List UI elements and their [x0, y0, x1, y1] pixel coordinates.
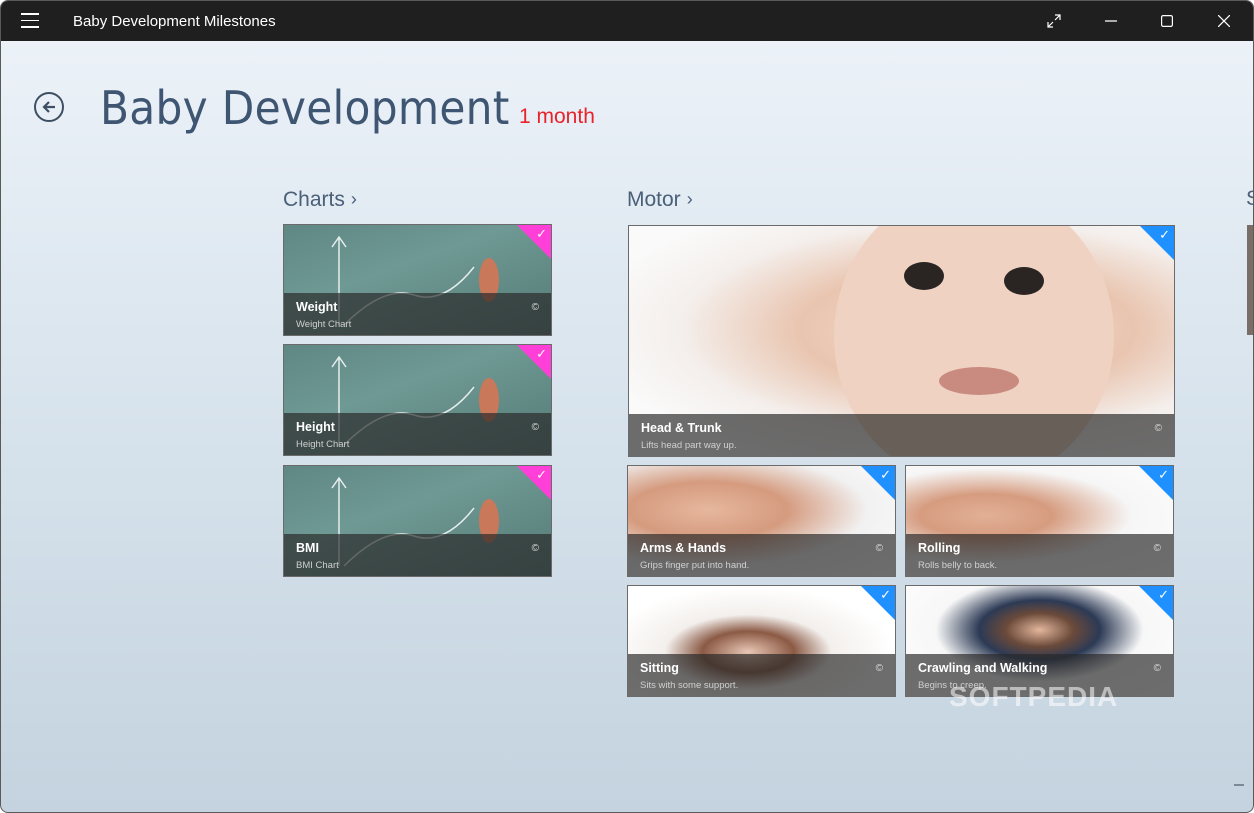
tile-subtitle: Rolls belly to back. [918, 560, 998, 571]
copyright-icon: © [531, 422, 539, 433]
motor-group-title: Motor [627, 188, 681, 211]
tile-crawling-and-walking[interactable]: ✓ Crawling and Walking Begins to creep. … [905, 585, 1174, 697]
tile-title: Arms & Hands [640, 541, 727, 555]
motor-group-header[interactable]: Motor › [627, 188, 693, 212]
expand-icon [1047, 14, 1061, 28]
tile-title: Sitting [640, 661, 679, 675]
close-icon [1218, 15, 1230, 27]
page-title: Baby Development [100, 81, 510, 135]
copyright-icon: © [1153, 543, 1161, 554]
maximize-button[interactable] [1144, 1, 1190, 41]
back-arrow-icon [42, 101, 55, 113]
copyright-icon: © [531, 543, 539, 554]
charts-group-header[interactable]: Charts › [283, 188, 357, 212]
tile-sitting[interactable]: ✓ Sitting Sits with some support. © [627, 585, 896, 697]
tile-title: Head & Trunk [641, 421, 722, 435]
check-icon: ✓ [536, 346, 547, 361]
next-group-header-partial[interactable]: S [1246, 187, 1253, 211]
tile-bmi[interactable]: ✓ BMI BMI Chart © [283, 465, 552, 577]
check-icon: ✓ [880, 587, 891, 602]
tile-title: Rolling [918, 541, 961, 555]
check-icon: ✓ [1159, 227, 1170, 242]
tile-subtitle: Weight Chart [296, 319, 352, 330]
tile-subtitle: Sits with some support. [640, 680, 739, 691]
next-group-tile-partial[interactable] [1247, 225, 1253, 335]
scroll-indicator[interactable] [1234, 784, 1244, 786]
back-button[interactable] [34, 92, 64, 122]
tile-title: BMI [296, 541, 319, 555]
chevron-right-icon: › [686, 189, 693, 209]
copyright-icon: © [875, 543, 883, 554]
tile-height[interactable]: ✓ Height Height Chart © [283, 344, 552, 456]
tile-subtitle: Grips finger put into hand. [640, 560, 750, 571]
window-title: Baby Development Milestones [73, 13, 276, 30]
chevron-right-icon: › [350, 189, 357, 209]
tile-subtitle: Lifts head part way up. [641, 440, 737, 451]
minimize-icon [1105, 20, 1117, 22]
tile-title: Crawling and Walking [918, 661, 1048, 675]
copyright-icon: © [1154, 423, 1162, 434]
minimize-button[interactable] [1088, 1, 1134, 41]
check-icon: ✓ [536, 226, 547, 241]
tile-arms-and-hands[interactable]: ✓ Arms & Hands Grips finger put into han… [627, 465, 896, 577]
check-icon: ✓ [536, 467, 547, 482]
copyright-icon: © [531, 302, 539, 313]
title-bar: Baby Development Milestones [1, 1, 1253, 41]
tile-rolling[interactable]: ✓ Rolling Rolls belly to back. © [905, 465, 1174, 577]
tile-subtitle: Height Chart [296, 439, 350, 450]
check-icon: ✓ [1158, 467, 1169, 482]
check-icon: ✓ [1158, 587, 1169, 602]
age-label: 1 month [519, 105, 595, 128]
check-icon: ✓ [880, 467, 891, 482]
tile-head-and-trunk[interactable]: ✓ Head & Trunk Lifts head part way up. © [628, 225, 1175, 457]
copyright-icon: © [1153, 663, 1161, 674]
copyright-icon: © [875, 663, 883, 674]
tile-title: Weight [296, 300, 338, 314]
charts-group-title: Charts [283, 188, 345, 211]
watermark: SOFTPEDIA [949, 681, 1119, 712]
maximize-icon [1161, 15, 1173, 27]
tile-subtitle: BMI Chart [296, 560, 339, 571]
close-button[interactable] [1201, 1, 1247, 41]
fullscreen-button[interactable] [1031, 1, 1077, 41]
app-window: Baby Development Milestones Baby Develop… [0, 0, 1254, 813]
hamburger-menu-icon[interactable] [21, 13, 39, 29]
tile-weight[interactable]: ✓ Weight Weight Chart © [283, 224, 552, 336]
tile-title: Height [296, 420, 335, 434]
